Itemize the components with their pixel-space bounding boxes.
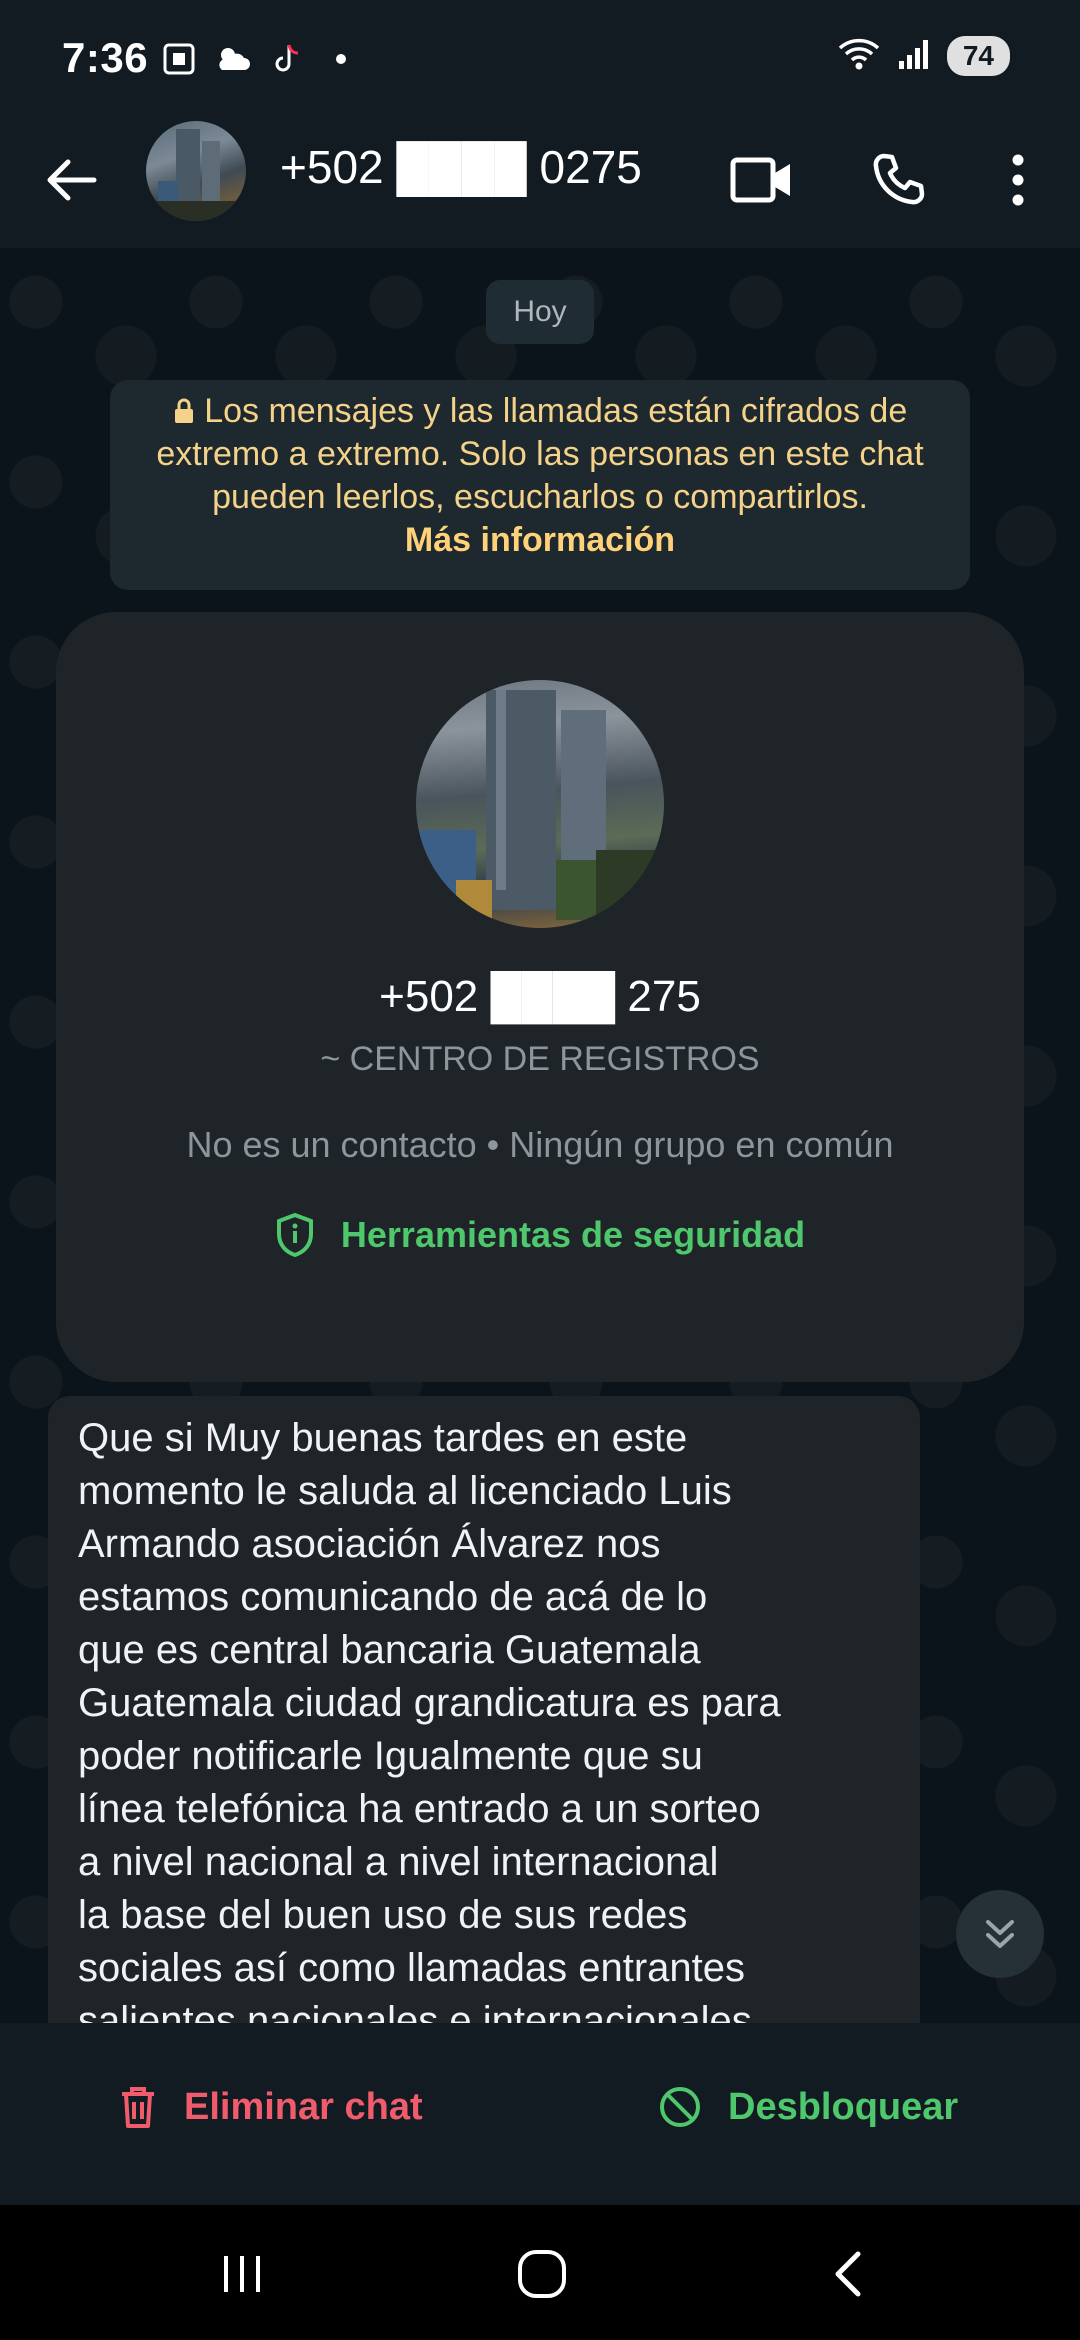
back-button[interactable] [40, 148, 104, 212]
contact-card-meta: No es un contacto • Ningún grupo en comú… [186, 1124, 894, 1165]
contact-card-name: ~ CENTRO DE REGISTROS [320, 1040, 760, 1078]
security-tools-label: Herramientas de seguridad [340, 1214, 806, 1255]
system-back-button[interactable] [808, 2239, 888, 2309]
wifi-icon [837, 37, 883, 76]
weather-icon [214, 40, 252, 78]
block-icon [660, 2087, 700, 2127]
more-options-button[interactable] [978, 140, 1058, 220]
screenshot-icon [160, 40, 198, 78]
battery-indicator: 74 [946, 36, 1010, 76]
delete-chat-label: Eliminar chat [184, 2085, 423, 2128]
chat-area[interactable]: Hoy Los mensajes y las llamadas están ci… [0, 248, 1080, 2023]
chevron-left-icon [835, 2251, 861, 2297]
contact-card-avatar[interactable] [416, 680, 664, 928]
unblock-label: Desbloquear [728, 2085, 959, 2128]
video-call-icon [730, 157, 790, 203]
delete-chat-button[interactable]: Eliminar chat [118, 2085, 423, 2129]
more-options-icon [1012, 154, 1024, 206]
blocked-contact-actions: Eliminar chat Desbloquear [0, 2023, 1080, 2205]
chat-header: +502 ████ 0275 [0, 118, 1080, 248]
scroll-to-bottom-button[interactable] [956, 1890, 1044, 1978]
home-button[interactable] [502, 2239, 582, 2309]
status-right: 74 [837, 36, 1010, 76]
system-navigation-bar [0, 2205, 1080, 2340]
message-text: Que si Muy buenas tardes en este momento… [78, 1416, 781, 2023]
double-chevron-down-icon [986, 1920, 1014, 1948]
signal-icon [895, 37, 935, 76]
contact-avatar[interactable] [146, 121, 246, 221]
contact-name[interactable]: +502 ████ 0275 [280, 140, 642, 194]
encryption-text: Los mensajes y las llamadas están cifrad… [156, 392, 924, 516]
contact-card-phone: +502 ████ 275 [379, 972, 701, 1021]
recent-apps-icon [224, 2256, 260, 2292]
security-tools-button[interactable]: Herramientas de seguridad [56, 1212, 1024, 1258]
status-time: 7:36 [62, 34, 149, 81]
trash-icon [122, 2087, 154, 2128]
date-chip: Hoy [486, 280, 594, 344]
incoming-message-bubble[interactable]: Que si Muy buenas tardes en este momento… [48, 1396, 920, 2023]
home-icon [518, 2250, 566, 2298]
encryption-notice[interactable]: Los mensajes y las llamadas están cifrad… [110, 380, 970, 590]
status-bar: 7:36 74 [0, 0, 1080, 118]
back-arrow-icon [47, 159, 97, 201]
video-call-button[interactable] [722, 140, 802, 220]
dot-icon [322, 40, 360, 78]
contact-info-card: +502 ████ 275 ~ CENTRO DE REGISTROS No e… [56, 612, 1024, 1382]
lock-icon [173, 392, 204, 430]
more-info-link[interactable]: Más información [405, 521, 675, 559]
phone-icon [873, 153, 925, 205]
shield-icon [276, 1212, 313, 1258]
recent-apps-button[interactable] [202, 2239, 282, 2309]
tiktok-icon [268, 40, 306, 78]
status-left-icons [160, 40, 360, 78]
voice-call-button[interactable] [858, 140, 938, 220]
unblock-button[interactable]: Desbloquear [658, 2085, 958, 2129]
